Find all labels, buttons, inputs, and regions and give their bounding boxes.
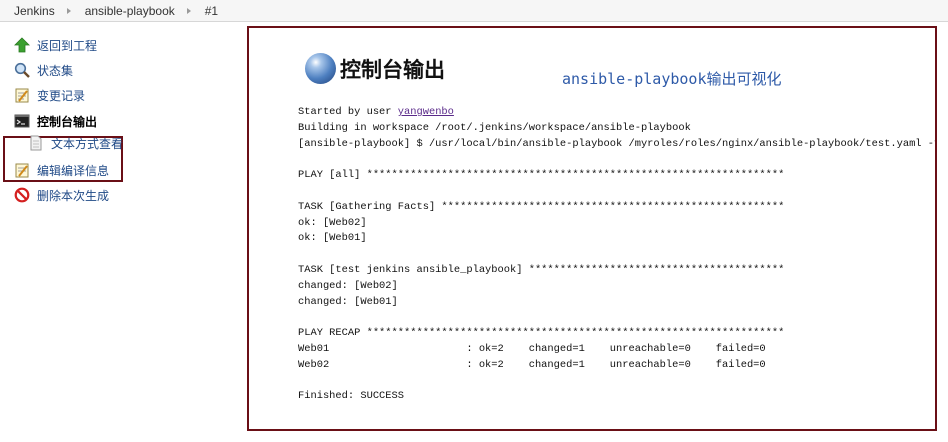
sidebar-item-label: 状态集 [37,63,74,78]
console-line-started: Started by user yangwenbo [298,105,935,121]
sidebar-item-edit-build-info[interactable]: 编辑编译信息 [14,159,109,181]
breadcrumb-project[interactable]: ansible-playbook [71,4,187,18]
search-icon [14,62,30,78]
breadcrumb-jenkins[interactable]: Jenkins [0,4,67,18]
sidebar-item-view-as-text[interactable]: 文本方式查看 [28,132,123,154]
console-line: TASK [Gathering Facts] *****************… [298,200,785,213]
console-line: PLAY [all] *****************************… [298,169,785,182]
console-line: Web02 : ok=2 changed=1 unreachable=0 fai… [298,358,766,371]
no-entry-icon [14,187,30,203]
console-line: TASK [test jenkins ansible_playbook] ***… [298,263,785,276]
breadcrumb-build[interactable]: #1 [191,4,230,18]
console-line: ok: [Web01] [298,232,367,245]
up-arrow-icon [14,37,30,53]
globe-icon [305,53,336,84]
console-output-panel: 控制台输出 ansible-playbook输出可视化 Started by u… [247,26,937,431]
started-by-text: Started by user [298,106,398,118]
console-header: 控制台输出 [305,53,445,84]
sidebar-item-changes[interactable]: 变更记录 [14,84,85,106]
user-link[interactable]: yangwenbo [398,106,454,118]
console-line: changed: [Web02] [298,279,398,292]
sidebar-item-status[interactable]: 状态集 [14,59,73,81]
sidebar-item-delete-build[interactable]: 删除本次生成 [14,184,109,206]
console-line: Building in workspace /root/.jenkins/wor… [298,121,691,134]
console-line: changed: [Web01] [298,295,398,308]
sidebar-item-label: 控制台输出 [37,114,98,129]
page-title: 控制台输出 [340,57,445,82]
sidebar-item-label: 变更记录 [37,88,86,103]
notepad-icon [14,87,30,103]
console-line: Finished: SUCCESS [298,390,405,403]
console-line: PLAY RECAP *****************************… [298,327,785,340]
document-icon [28,135,44,151]
edit-icon [14,162,30,178]
sidebar-item-label: 返回到工程 [37,38,98,53]
sidebar-item-label: 删除本次生成 [37,188,110,203]
terminal-icon [14,113,30,129]
console-line: ok: [Web02] [298,216,367,229]
sidebar-item-label: 编辑编译信息 [37,163,110,178]
sidebar-item-label: 文本方式查看 [51,136,124,151]
breadcrumb: Jenkins ansible-playbook #1 [0,0,948,22]
console-line: Web01 : ok=2 changed=1 unreachable=0 fai… [298,342,766,355]
console-lines: Building in workspace /root/.jenkins/wor… [298,121,937,405]
console-log: Started by user yangwenbo Building in wor… [298,105,937,405]
sidebar-item-back-to-project[interactable]: 返回到工程 [14,34,97,56]
console-line: [ansible-playbook] $ /usr/local/bin/ansi… [298,137,937,150]
sidebar-item-console-output[interactable]: 控制台输出 [14,110,97,132]
annotation-text: ansible-playbook输出可视化 [562,70,782,88]
